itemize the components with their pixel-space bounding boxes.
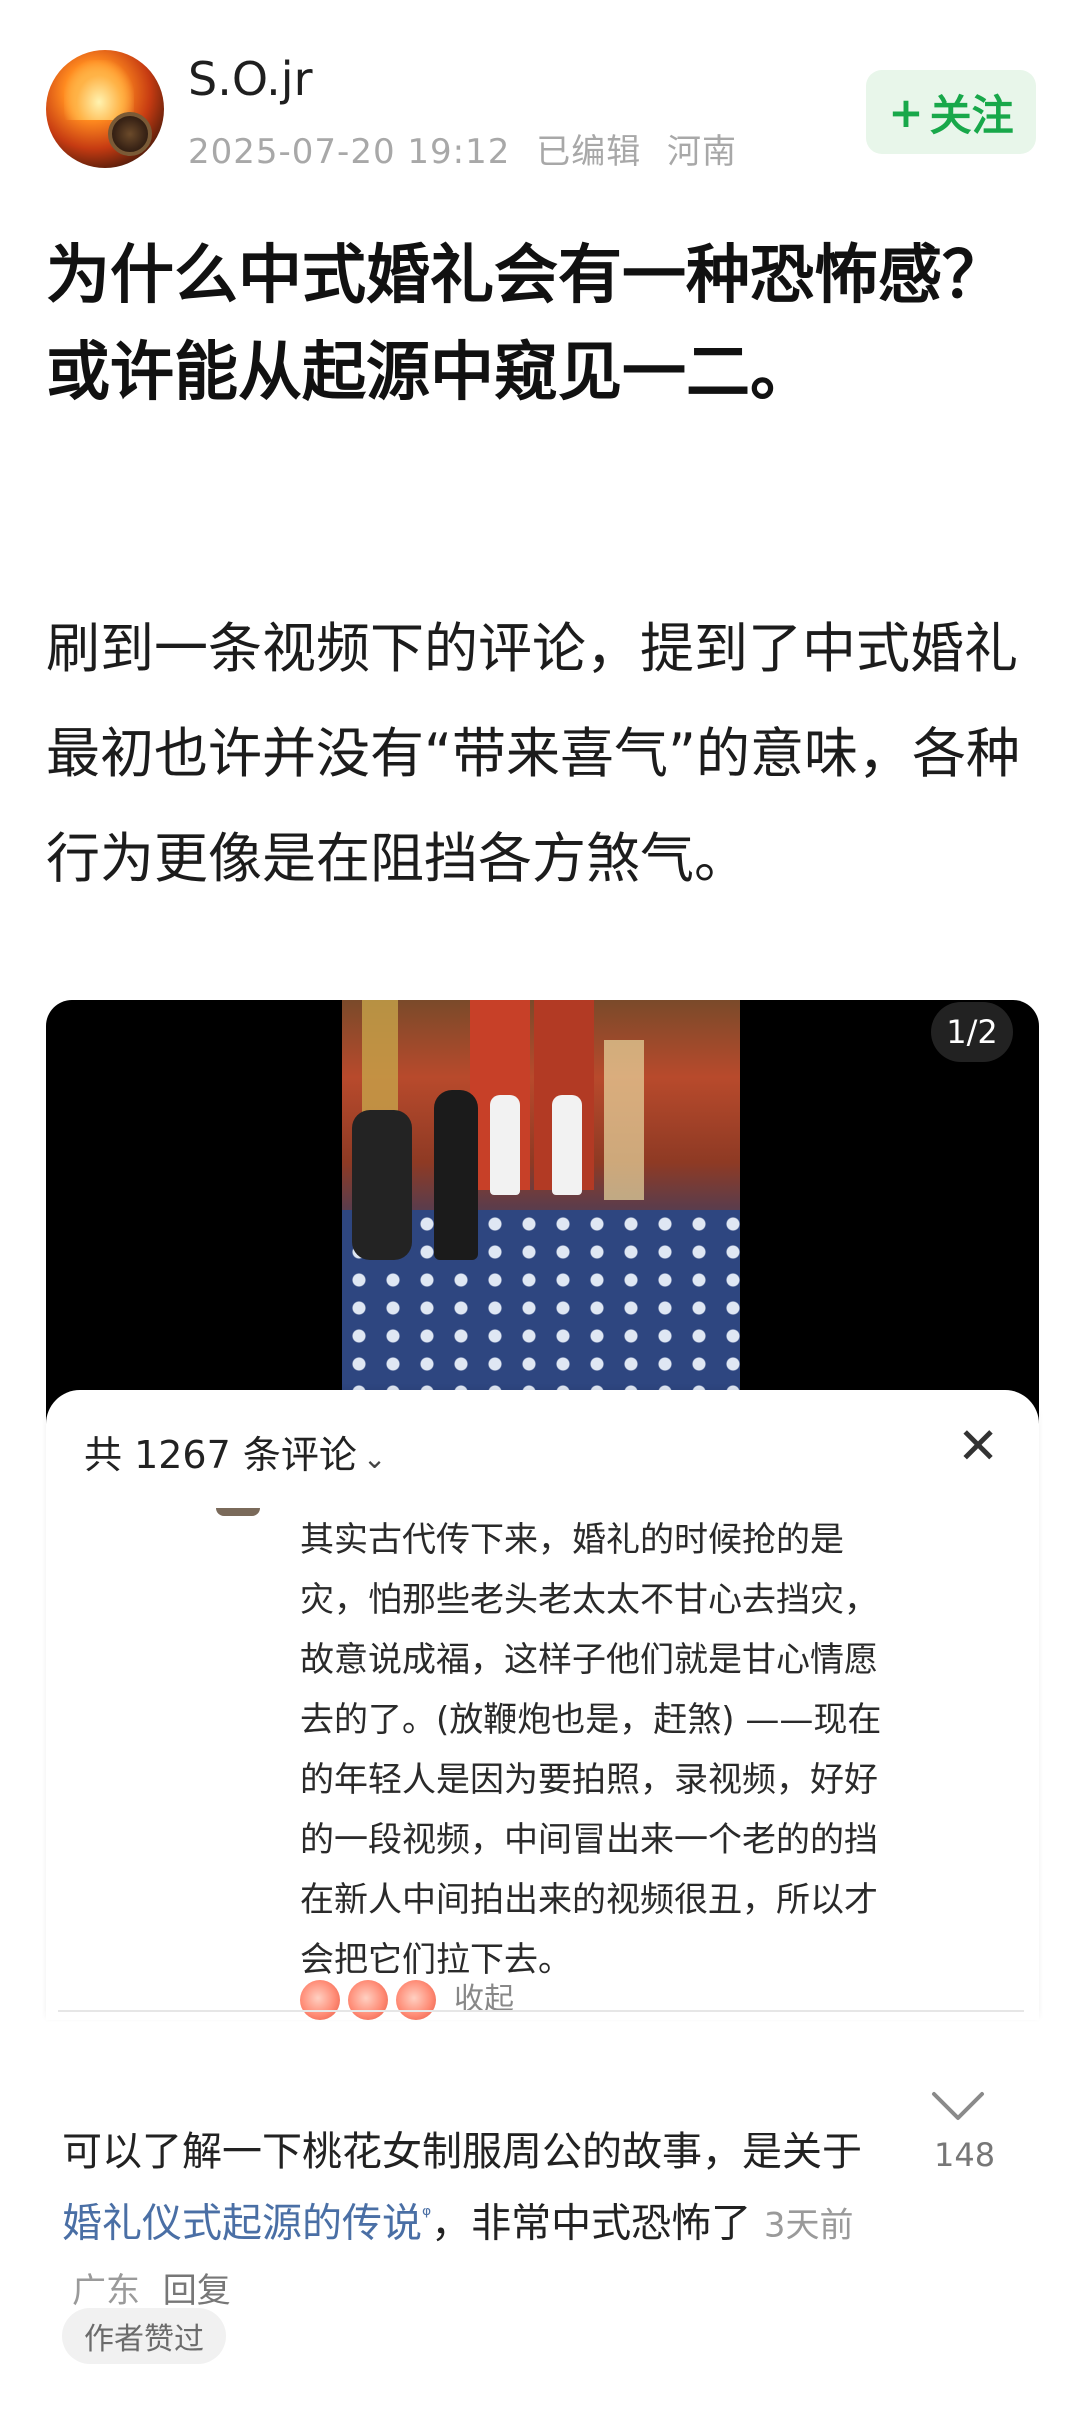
close-icon[interactable]: ✕ [957, 1416, 999, 1476]
post-title: 为什么中式婚礼会有一种恐怖感？或许能从起源中窥见一二。 [46, 239, 1006, 410]
media-page-indicator: 1/2 [931, 1002, 1013, 1062]
reply-button[interactable]: 回复 [163, 2271, 231, 2311]
chevron-down-like-icon[interactable] [930, 2086, 986, 2126]
post-timestamp: 2025-07-20 19:12 [188, 132, 511, 172]
emoji-row: 收起 [300, 1980, 514, 2020]
comment-count[interactable]: 共 1267 条评论 ⌄ [84, 1424, 386, 1479]
peach-emoji-icon [396, 1980, 436, 2020]
thumbnail-person [434, 1090, 478, 1260]
plus-icon: + [888, 87, 924, 137]
comment-text-before: 可以了解一下桃花女制服周公的故事，是关于 [62, 2129, 862, 2175]
author-avatar[interactable] [46, 50, 164, 168]
like-count: 148 [934, 2136, 996, 2174]
comment-location: 广东 [72, 2271, 140, 2312]
search-link[interactable]: 婚礼仪式起源的传说 [62, 2200, 422, 2246]
thumbnail-person [552, 1095, 582, 1195]
peach-emoji-icon [348, 1980, 388, 2020]
divider [58, 2010, 1024, 2012]
author-liked-badge: 作者赞过 [62, 2308, 226, 2364]
comment-sheet: 共 1267 条评论 ⌄ ✕ 其实古代传下来，婚礼的时候抢的是灾，怕那些老头老太太… [46, 1390, 1039, 2020]
chevron-down-icon: ⌄ [362, 1442, 387, 1475]
follow-button[interactable]: + 关注 [866, 70, 1036, 154]
thumbnail-person [490, 1095, 520, 1195]
thumbnail-person [352, 1110, 412, 1260]
avatar-gear [108, 112, 152, 156]
comment-count-label: 共 1267 条评论 [84, 1433, 357, 1477]
reply-comment[interactable]: 可以了解一下桃花女制服周公的故事，是关于 婚礼仪式起源的传说ᵠ，非常中式恐怖了 … [62, 2120, 882, 2323]
video-thumbnail[interactable] [342, 1000, 740, 1428]
edited-label: 已编辑 [536, 132, 642, 172]
post-body: 刷到一条视频下的评论，提到了中式婚礼最初也许并没有“带来喜气”的意味，各种行为更… [46, 617, 1020, 890]
post-location: 河南 [667, 132, 738, 172]
comment-text-after: ，非常中式恐怖了 [431, 2200, 752, 2247]
post-media[interactable]: 1/2 [46, 1000, 1039, 1428]
peach-emoji-icon [300, 1980, 340, 2020]
post-meta: 2025-07-20 19:12 已编辑 河南 [188, 124, 737, 173]
search-icon[interactable]: ᵠ [422, 2203, 431, 2228]
follow-label: 关注 [929, 90, 1014, 140]
quoted-comment-text: 其实古代传下来，婚礼的时候抢的是灾，怕那些老头老太太不甘心去挡灾，故意说成福，这… [300, 1520, 882, 1980]
collapse-link[interactable]: 收起 [454, 1980, 514, 2020]
comment-time: 3天前 [763, 2205, 854, 2246]
thumbnail-pillar-right [604, 1040, 644, 1200]
avatar-flame [64, 60, 134, 120]
commenter-avatar [216, 1508, 260, 1516]
author-name[interactable]: S.O.jr [188, 52, 312, 106]
